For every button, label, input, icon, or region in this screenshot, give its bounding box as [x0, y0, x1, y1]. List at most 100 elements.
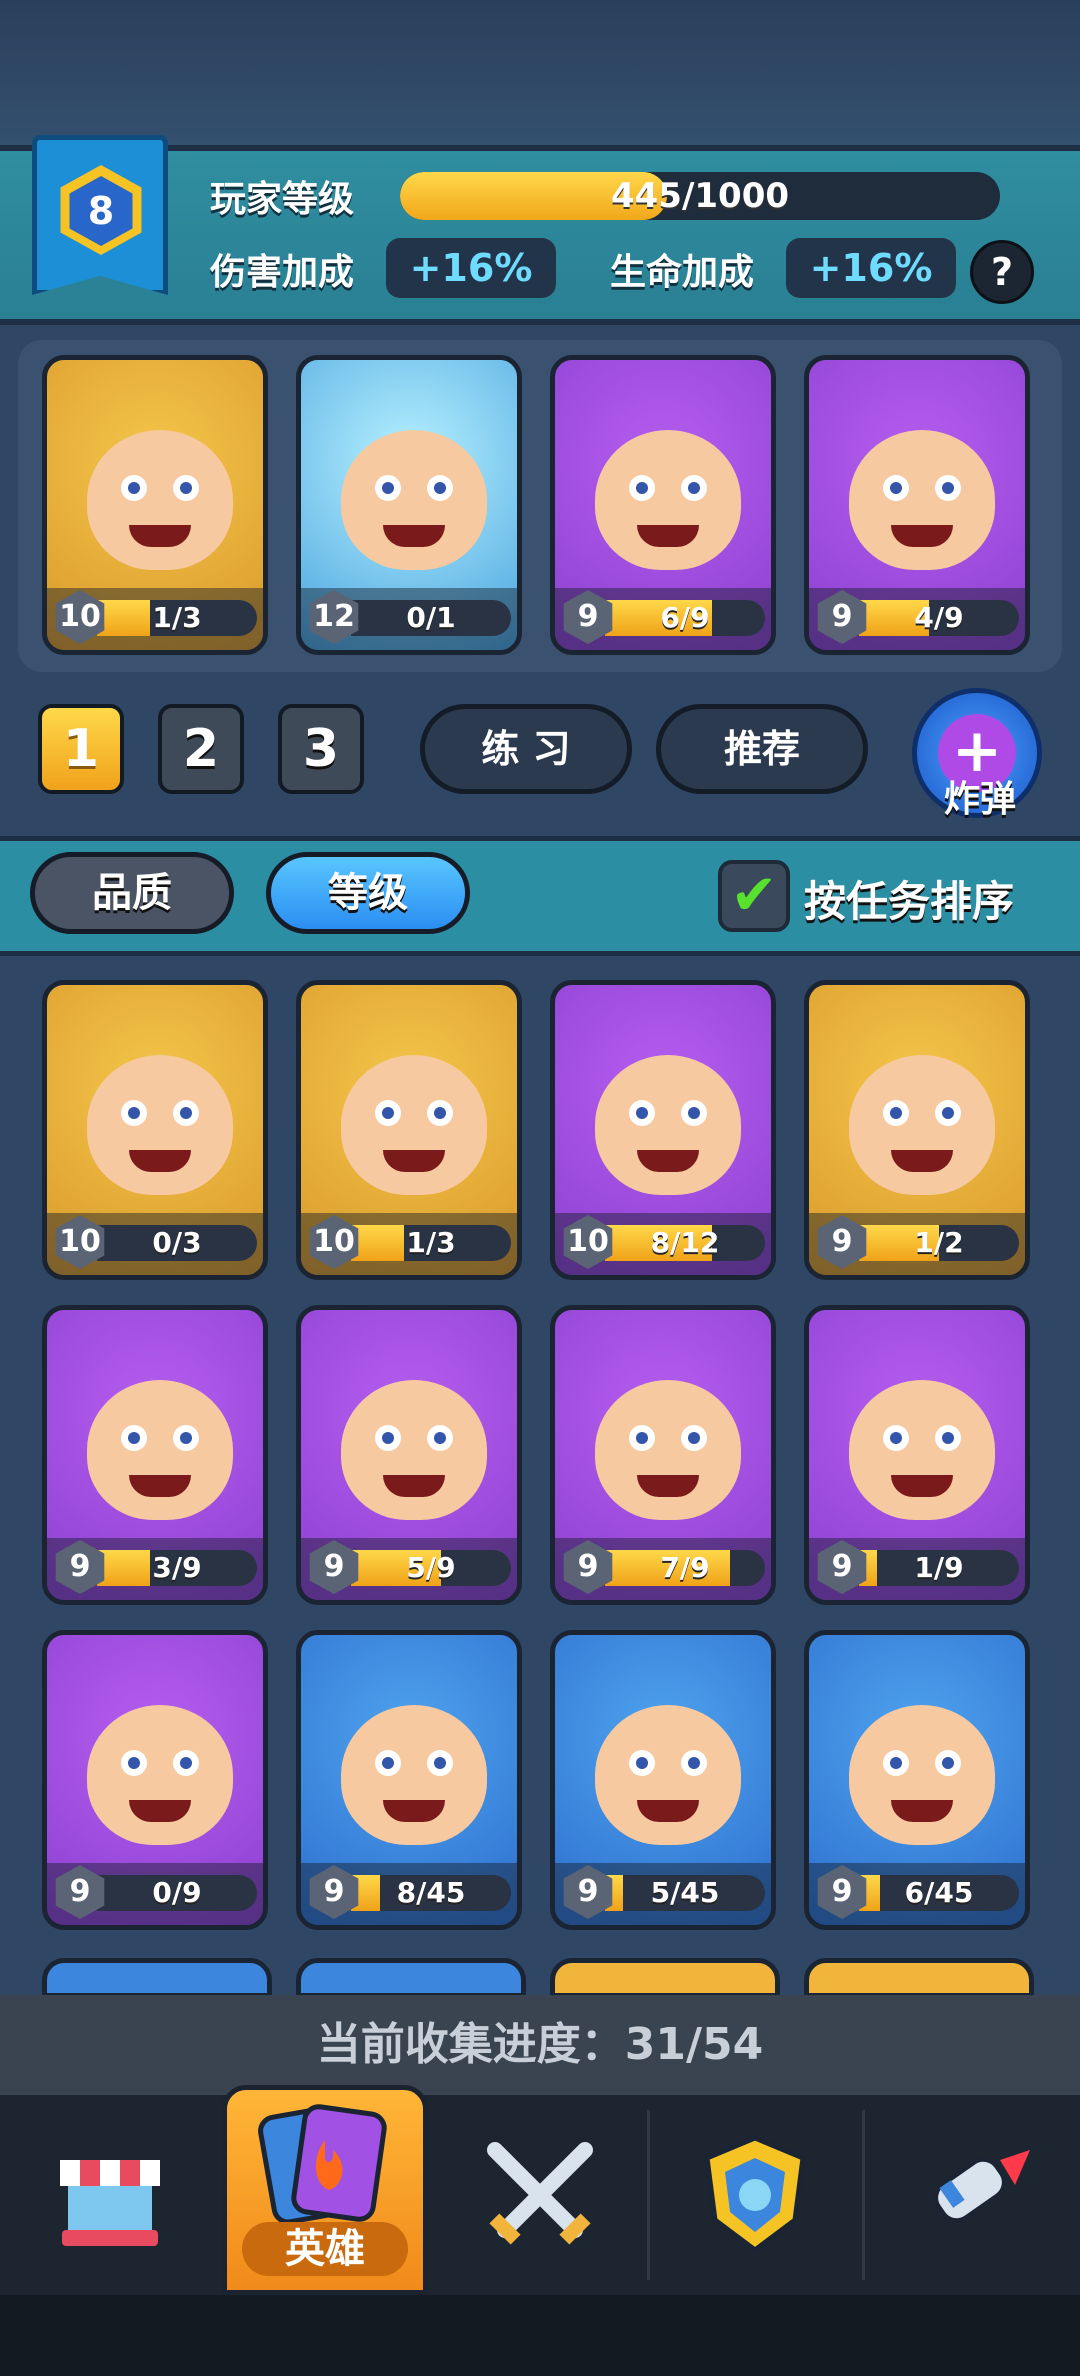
hero-card[interactable]: 10 1/3 [296, 980, 522, 1280]
hero-mouth [891, 525, 953, 547]
team-card[interactable]: 9 6/9 [550, 355, 776, 655]
nav-shop[interactable] [40, 2130, 180, 2260]
hero-mouth [383, 1150, 445, 1172]
hero-eye [883, 475, 909, 501]
deck-tab-3[interactable]: 3 [278, 704, 364, 794]
practice-button[interactable]: 练 习 [420, 704, 632, 794]
card-progress-text: 5/45 [650, 1876, 720, 1909]
sort-level-button[interactable]: 等级 [266, 852, 470, 934]
hero-mouth [383, 1800, 445, 1822]
help-button[interactable]: ? [970, 240, 1034, 304]
task-sort-checkbox[interactable]: ✔ [718, 860, 790, 932]
hero-eye [173, 475, 199, 501]
hero-portrait [301, 985, 517, 1220]
hero-face [849, 1055, 995, 1195]
hero-card-partial[interactable] [804, 1958, 1034, 1998]
hero-eye [427, 1100, 453, 1126]
hero-eye [629, 475, 655, 501]
hero-face [87, 1055, 233, 1195]
hero-card[interactable]: 9 5/45 [550, 1630, 776, 1930]
hero-portrait [555, 1635, 771, 1870]
team-card[interactable]: 10 1/3 [42, 355, 268, 655]
deck-tab-2[interactable]: 2 [158, 704, 244, 794]
hero-eye [375, 1100, 401, 1126]
health-bonus-label: 生命加成 [610, 252, 755, 293]
card-progress-text: 4/9 [914, 601, 964, 634]
hero-eye [427, 1750, 453, 1776]
card-progress-text: 8/45 [396, 1876, 466, 1909]
hero-mouth [383, 1475, 445, 1497]
card-progress-text: 1/9 [914, 1551, 964, 1584]
hero-portrait [555, 360, 771, 595]
hero-card[interactable]: 9 0/9 [42, 1630, 268, 1930]
crossed-swords-icon [487, 2142, 593, 2245]
hero-face [87, 1705, 233, 1845]
hero-portrait [809, 360, 1025, 595]
nav-bottom-bar [0, 2295, 1080, 2376]
hero-face [849, 1380, 995, 1520]
hero-portrait [809, 1635, 1025, 1870]
damage-bonus-label: 伤害加成 [210, 252, 355, 293]
hero-portrait [47, 1635, 263, 1870]
hero-card-partial[interactable] [296, 1958, 526, 1998]
hero-eye [629, 1100, 655, 1126]
nav-clan[interactable] [685, 2130, 825, 2260]
hero-card[interactable]: 9 1/9 [804, 1305, 1030, 1605]
hero-eye [883, 1750, 909, 1776]
hero-eye [173, 1100, 199, 1126]
hero-card[interactable]: 9 6/45 [804, 1630, 1030, 1930]
hero-mouth [129, 1475, 191, 1497]
nav-heroes-label: 英雄 [242, 2222, 408, 2276]
nav-battle[interactable] [470, 2130, 610, 2260]
team-card[interactable]: 9 4/9 [804, 355, 1030, 655]
hero-card[interactable]: 9 3/9 [42, 1305, 268, 1605]
hero-face [87, 1380, 233, 1520]
hero-card[interactable]: 10 8/12 [550, 980, 776, 1280]
card-progress-text: 0/9 [152, 1876, 202, 1909]
hero-card-partial[interactable] [42, 1958, 272, 1998]
hero-eye [681, 475, 707, 501]
hero-face [595, 1055, 741, 1195]
hero-eye [375, 475, 401, 501]
hero-mouth [129, 1800, 191, 1822]
hero-eye [935, 1100, 961, 1126]
deck-tab-1[interactable]: 1 [38, 704, 124, 794]
hero-card[interactable]: 9 1/2 [804, 980, 1030, 1280]
hero-card[interactable]: 9 7/9 [550, 1305, 776, 1605]
shop-icon [60, 2160, 160, 2246]
rocket-icon [934, 2150, 1030, 2223]
card-progress-text: 0/3 [152, 1226, 202, 1259]
hero-face [595, 430, 741, 570]
nav-divider [647, 2110, 650, 2280]
hero-mouth [637, 525, 699, 547]
hero-face [849, 430, 995, 570]
hero-eye [883, 1425, 909, 1451]
nav-divider [862, 2110, 865, 2280]
task-sort-label: 按任务排序 [804, 877, 1015, 926]
hero-mouth [637, 1800, 699, 1822]
team-card[interactable]: 12 0/1 [296, 355, 522, 655]
hero-mouth [891, 1800, 953, 1822]
card-progress-text: 3/9 [152, 1551, 202, 1584]
hero-eye [427, 475, 453, 501]
hero-portrait [47, 360, 263, 595]
hero-face [595, 1380, 741, 1520]
hero-eye [935, 475, 961, 501]
hero-card[interactable]: 10 0/3 [42, 980, 268, 1280]
hero-eye [121, 1100, 147, 1126]
hero-card[interactable]: 9 5/9 [296, 1305, 522, 1605]
hero-portrait [809, 1310, 1025, 1545]
damage-bonus-value: +16% [386, 238, 556, 298]
hero-face [341, 1380, 487, 1520]
hero-face [341, 1055, 487, 1195]
hero-card-partial[interactable] [550, 1958, 780, 1998]
hero-eye [935, 1425, 961, 1451]
card-progress-text: 1/3 [152, 601, 202, 634]
sort-quality-button[interactable]: 品质 [30, 852, 234, 934]
nav-events[interactable] [905, 2130, 1045, 2260]
hero-portrait [301, 1635, 517, 1870]
hero-eye [681, 1425, 707, 1451]
recommend-button[interactable]: 推荐 [656, 704, 868, 794]
hero-card[interactable]: 9 8/45 [296, 1630, 522, 1930]
hero-face [341, 1705, 487, 1845]
